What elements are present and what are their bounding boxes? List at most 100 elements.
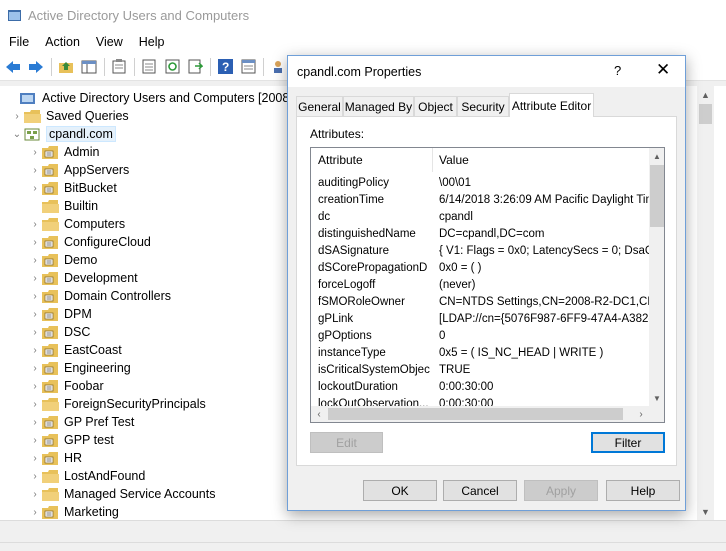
scroll-thumb[interactable] <box>328 408 623 420</box>
attribute-row[interactable]: gPOptions 0 <box>311 327 649 344</box>
filter-button[interactable]: Filter <box>591 432 665 453</box>
tree-item-ou[interactable]: › GPP test <box>28 431 113 449</box>
collapsed-chevron-icon[interactable]: › <box>28 341 42 359</box>
attribute-row[interactable]: instanceType 0x5 = ( IS_NC_HEAD | WRITE ) <box>311 344 649 361</box>
attribute-row[interactable]: auditingPolicy \00\01 <box>311 174 649 191</box>
ok-button[interactable]: OK <box>363 480 437 501</box>
tab-managed-by[interactable]: Managed By <box>343 96 414 116</box>
attribute-row[interactable]: dSASignature { V1: Flags = 0x0; LatencySe… <box>311 242 649 259</box>
tree-item-ou[interactable]: › Engineering <box>28 359 130 377</box>
scroll-thumb[interactable] <box>699 104 712 124</box>
tree-item-ou[interactable]: › DPM <box>28 305 91 323</box>
list-view-icon[interactable] <box>239 58 257 76</box>
attribute-row[interactable]: creationTime 6/14/2018 3:26:09 AM Pacific… <box>311 191 649 208</box>
scroll-down-icon[interactable]: ▼ <box>697 503 714 520</box>
tree-item-ou[interactable]: › GP Pref Test <box>28 413 134 431</box>
column-header-attribute[interactable]: Attribute <box>318 148 430 172</box>
tree-item-ou[interactable]: › Foobar <box>28 377 103 395</box>
attribute-row[interactable]: dc cpandl <box>311 208 649 225</box>
results-pane-scrollbar[interactable]: ▲ ▼ <box>697 86 714 520</box>
collapsed-chevron-icon[interactable]: › <box>28 269 42 287</box>
tree-item-ou[interactable]: › ConfigureCloud <box>28 233 151 251</box>
scroll-up-icon[interactable]: ▲ <box>649 148 664 164</box>
help-icon[interactable]: ? <box>216 58 234 76</box>
horizontal-scrollbar[interactable] <box>0 520 726 542</box>
tree-item-ou[interactable]: › LostAndFound <box>28 467 145 485</box>
refresh-icon[interactable] <box>163 58 181 76</box>
help-question-icon[interactable]: ? <box>614 63 621 78</box>
list-vertical-scrollbar[interactable]: ▲ ▼ <box>649 148 664 406</box>
properties-icon[interactable] <box>186 58 204 76</box>
collapsed-chevron-icon[interactable]: › <box>28 161 42 179</box>
collapsed-chevron-icon[interactable]: › <box>28 431 42 449</box>
menu-help[interactable]: Help <box>130 35 172 49</box>
attribute-row[interactable]: dSCorePropagationD 0x0 = ( ) <box>311 259 649 276</box>
collapsed-chevron-icon[interactable]: › <box>28 143 42 161</box>
scroll-left-icon[interactable]: ‹ <box>311 406 327 422</box>
collapsed-chevron-icon[interactable]: › <box>28 413 42 431</box>
tab-attribute-editor[interactable]: Attribute Editor <box>509 93 594 117</box>
collapsed-chevron-icon[interactable]: › <box>28 233 42 251</box>
tree-item-ou[interactable]: Builtin <box>28 197 98 215</box>
tree-item-ou[interactable]: › Managed Service Accounts <box>28 485 215 503</box>
tree-item-ou[interactable]: › Computers <box>28 215 125 233</box>
tree-item-ou[interactable]: › Demo <box>28 251 97 269</box>
forward-arrow-icon[interactable] <box>27 58 45 76</box>
tree-item-ou[interactable]: › AppServers <box>28 161 129 179</box>
tree-item-ou[interactable]: › Admin <box>28 143 99 161</box>
folder-up-icon[interactable] <box>57 58 75 76</box>
tree-item-ou[interactable]: › HR <box>28 449 82 467</box>
tab-object[interactable]: Object <box>414 96 457 116</box>
help-button[interactable]: Help <box>606 480 680 501</box>
scroll-right-icon[interactable]: › <box>633 406 649 422</box>
edit-button[interactable]: Edit <box>310 432 383 453</box>
clipboard-icon[interactable] <box>110 58 128 76</box>
scroll-thumb[interactable] <box>650 165 664 227</box>
tree-item-ou[interactable]: › EastCoast <box>28 341 121 359</box>
collapsed-chevron-icon[interactable]: › <box>28 377 42 395</box>
users-icon[interactable] <box>269 58 287 76</box>
attribute-row[interactable]: forceLogoff (never) <box>311 276 649 293</box>
scroll-up-icon[interactable]: ▲ <box>697 86 714 103</box>
column-divider[interactable] <box>432 148 433 172</box>
tree-item-saved-queries[interactable]: › Saved Queries <box>10 107 128 125</box>
collapsed-chevron-icon[interactable]: › <box>28 449 42 467</box>
tree-item-ou[interactable]: › Development <box>28 269 137 287</box>
scroll-down-icon[interactable]: ▼ <box>649 390 664 406</box>
show-pane-icon[interactable] <box>80 58 98 76</box>
column-header-value[interactable]: Value <box>439 148 649 172</box>
expanded-chevron-icon[interactable]: ⌄ <box>10 125 24 143</box>
collapsed-chevron-icon[interactable]: › <box>28 359 42 377</box>
collapsed-chevron-icon[interactable]: › <box>28 287 42 305</box>
attribute-row[interactable]: isCriticalSystemObject TRUE <box>311 361 649 378</box>
collapsed-chevron-icon[interactable]: › <box>28 467 42 485</box>
tab-security[interactable]: Security <box>457 96 509 116</box>
attribute-row[interactable]: distinguishedName DC=cpandl,DC=com <box>311 225 649 242</box>
tree-item-root[interactable]: Active Directory Users and Computers [20… <box>6 89 323 107</box>
collapsed-chevron-icon[interactable]: › <box>10 107 24 125</box>
attribute-row[interactable]: gPLink [LDAP://cn={5076F987-6FF9-47A4-A38… <box>311 310 649 327</box>
cancel-button[interactable]: Cancel <box>443 480 517 501</box>
list-horizontal-scrollbar[interactable]: ‹ › <box>311 406 649 422</box>
collapsed-chevron-icon[interactable]: › <box>28 215 42 233</box>
collapsed-chevron-icon[interactable]: › <box>28 305 42 323</box>
tree-item-ou[interactable]: › ForeignSecurityPrincipals <box>28 395 205 413</box>
apply-button[interactable]: Apply <box>524 480 598 501</box>
collapsed-chevron-icon[interactable]: › <box>28 179 42 197</box>
export-list-icon[interactable] <box>140 58 158 76</box>
menu-view[interactable]: View <box>87 35 130 49</box>
tree-item-ou[interactable]: › BitBucket <box>28 179 116 197</box>
menu-action[interactable]: Action <box>36 35 87 49</box>
collapsed-chevron-icon[interactable]: › <box>28 323 42 341</box>
tree-item-domain[interactable]: ⌄ cpandl.com <box>10 125 116 143</box>
attribute-row[interactable]: fSMORoleOwner CN=NTDS Settings,CN=2008-R2… <box>311 293 649 310</box>
close-icon[interactable]: ✕ <box>656 61 670 78</box>
tab-general[interactable]: General <box>296 96 343 116</box>
tree-item-ou[interactable]: › Domain Controllers <box>28 287 171 305</box>
collapsed-chevron-icon[interactable]: › <box>28 395 42 413</box>
tree-item-ou[interactable]: › DSC <box>28 323 90 341</box>
attributes-list[interactable]: Attribute Value auditingPolicy \00\01 crea… <box>310 147 665 423</box>
collapsed-chevron-icon[interactable]: › <box>28 503 42 520</box>
tree-item-ou[interactable]: › Marketing <box>28 503 119 520</box>
back-arrow-icon[interactable] <box>4 58 22 76</box>
